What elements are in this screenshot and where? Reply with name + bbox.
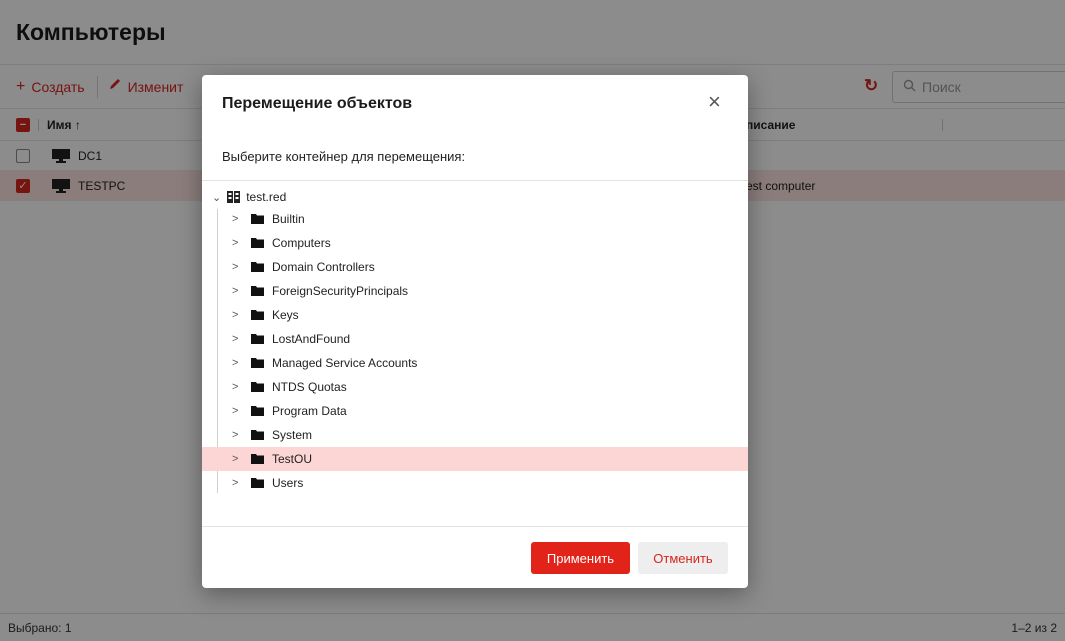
chevron-right-icon[interactable]: > [232, 429, 238, 441]
chevron-right-icon[interactable]: > [232, 237, 238, 249]
cancel-button[interactable]: Отменить [638, 542, 728, 574]
tree-item[interactable]: > NTDS Quotas [202, 375, 748, 399]
tree-item[interactable]: > LostAndFound [202, 327, 748, 351]
tree-item[interactable]: > Program Data [202, 399, 748, 423]
tree-item-label: Users [272, 476, 304, 490]
tree-item-label: Domain Controllers [272, 260, 375, 274]
folder-icon [251, 238, 264, 248]
tree-item-label: Keys [272, 308, 299, 322]
chevron-right-icon[interactable]: > [232, 309, 238, 321]
folder-icon [251, 214, 264, 224]
folder-icon [251, 478, 264, 488]
container-tree: ⌄ test.red > Builtin > Computers > Domain Con… [202, 180, 748, 527]
chevron-right-icon[interactable]: > [232, 453, 238, 465]
tree-item-label: Builtin [272, 212, 305, 226]
chevron-right-icon[interactable]: > [232, 381, 238, 393]
tree-item[interactable]: > Computers [202, 231, 748, 255]
tree-item[interactable]: > System [202, 423, 748, 447]
folder-icon [251, 358, 264, 368]
tree-item[interactable]: > Keys [202, 303, 748, 327]
tree-item-label: TestOU [272, 452, 313, 466]
tree-item[interactable]: > Domain Controllers [202, 255, 748, 279]
tree-root-label: test.red [246, 190, 287, 204]
chevron-right-icon[interactable]: > [232, 285, 238, 297]
dialog-title: Перемещение объектов [222, 95, 413, 112]
apply-button[interactable]: Применить [531, 542, 630, 574]
chevron-right-icon[interactable]: > [232, 357, 238, 369]
chevron-down-icon[interactable]: ⌄ [212, 191, 221, 204]
tree-item-label: ForeignSecurityPrincipals [272, 284, 409, 298]
tree-item[interactable]: > ForeignSecurityPrincipals [202, 279, 748, 303]
dialog-subtitle: Выберите контейнер для перемещения: [222, 149, 466, 164]
tree-item-label: Managed Service Accounts [272, 356, 418, 370]
close-icon[interactable]: × [708, 91, 721, 113]
move-objects-dialog: Перемещение объектов × Выберите контейне… [202, 75, 748, 588]
folder-icon [251, 430, 264, 440]
tree-item-label: Computers [272, 236, 331, 250]
folder-icon [251, 454, 264, 464]
chevron-right-icon[interactable]: > [232, 477, 238, 489]
chevron-right-icon[interactable]: > [232, 213, 238, 225]
folder-icon [251, 382, 264, 392]
folder-icon [251, 310, 264, 320]
chevron-right-icon[interactable]: > [232, 333, 238, 345]
tree-item-label: System [272, 428, 313, 442]
tree-item[interactable]: > TestOU [202, 447, 748, 471]
tree-item[interactable]: > Users [202, 471, 748, 495]
tree-item[interactable]: > Builtin [202, 207, 748, 231]
tree-item-label: Program Data [272, 404, 347, 418]
folder-icon [251, 334, 264, 344]
folder-icon [251, 286, 264, 296]
domain-icon [227, 191, 241, 203]
tree-item[interactable]: > Managed Service Accounts [202, 351, 748, 375]
tree-item-label: LostAndFound [272, 332, 351, 346]
tree-root-node[interactable]: ⌄ test.red [212, 187, 286, 207]
tree-item-label: NTDS Quotas [272, 380, 347, 394]
chevron-right-icon[interactable]: > [232, 261, 238, 273]
folder-icon [251, 262, 264, 272]
folder-icon [251, 406, 264, 416]
chevron-right-icon[interactable]: > [232, 405, 238, 417]
